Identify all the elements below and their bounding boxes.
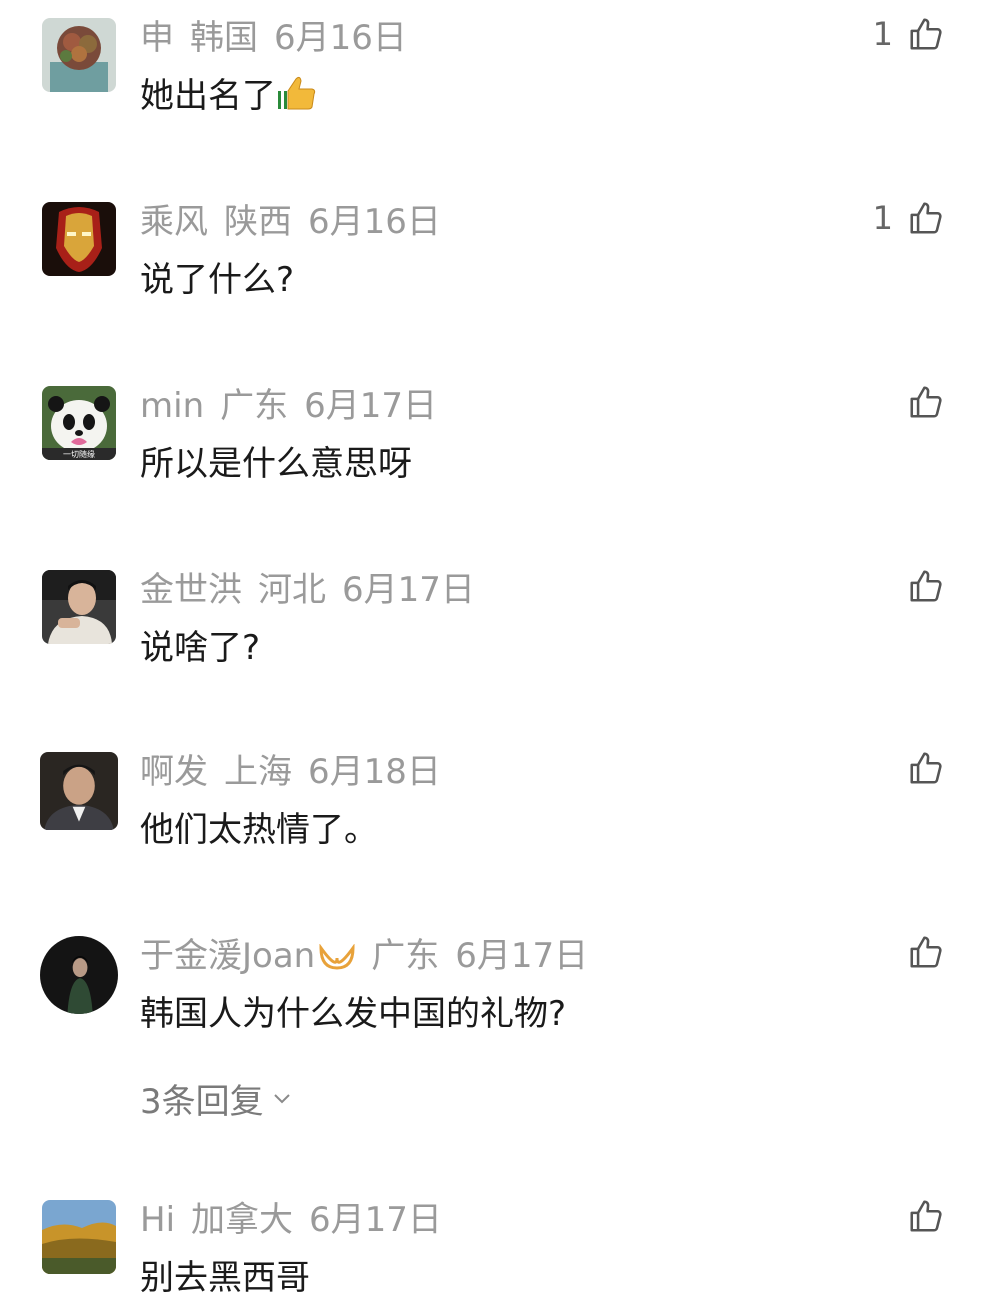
comment-text: 韩国人为什么发中国的礼物? — [140, 994, 567, 1034]
avatar[interactable] — [42, 18, 116, 92]
date: 6月17日 — [309, 1200, 442, 1240]
thumbs-up-icon — [910, 18, 942, 50]
comment-meta: 申韩国 6月16日 — [140, 16, 423, 60]
avatar[interactable] — [42, 202, 116, 276]
location: 广东 — [371, 936, 440, 976]
comment-item: 于金湲Joan 广东 6月17日 韩国人为什么发中国的礼物? 3条回复 — [0, 936, 987, 1186]
like-count: 1 — [872, 15, 893, 53]
comment-text: 所以是什么意思呀 — [140, 444, 412, 484]
replies-label: 3条回复 — [140, 1082, 264, 1122]
like-button[interactable]: 1 — [873, 12, 945, 56]
comment-item: 乘风 陕西 6月16日 说了什么? 1 — [0, 199, 987, 362]
like-button[interactable] — [893, 930, 945, 974]
vip-badge-icon — [319, 943, 355, 970]
comment-text-content: 她出名了 — [140, 76, 276, 116]
thumbs-up-icon — [910, 570, 942, 602]
location: 广东 — [220, 386, 289, 426]
comment-meta: 啊发 上海 6月18日 — [140, 750, 457, 794]
comment-item: 啊发 上海 6月18日 他们太热情了。 — [0, 752, 987, 912]
username[interactable]: 啊发 — [140, 752, 208, 792]
chevron-down-icon — [273, 1093, 290, 1103]
date: 6月17日 — [342, 570, 475, 610]
comment-meta: 于金湲Joan 广东 6月17日 — [140, 934, 604, 978]
location: 河北 — [258, 570, 326, 610]
username[interactable]: min — [140, 386, 204, 426]
username[interactable]: 金世洪 — [140, 570, 242, 610]
location: 上海 — [224, 752, 292, 792]
thumbs-up-icon — [910, 202, 942, 234]
like-button[interactable] — [893, 380, 945, 424]
avatar[interactable] — [40, 936, 118, 1014]
view-replies-button[interactable]: 3条回复 — [140, 1074, 294, 1123]
avatar[interactable] — [42, 570, 116, 644]
date: 6月17日 — [455, 936, 589, 976]
date: 6月16日 — [274, 18, 407, 58]
thumbs-up-icon — [910, 936, 942, 968]
comment-text: 她出名了 — [140, 74, 316, 118]
comment-item: 一切随缘 min 广东 6月17日 所以是什么意思呀 — [0, 386, 987, 546]
comment-meta: 乘风 陕西 6月16日 — [140, 200, 457, 244]
comment-meta: 金世洪 河北 6月17日 — [140, 568, 491, 612]
woman-dark-avatar-icon — [40, 936, 118, 1014]
like-button[interactable] — [893, 564, 945, 608]
comment-item: 申韩国 6月16日 她出名了 1 — [0, 15, 987, 178]
avatar[interactable] — [40, 752, 118, 830]
like-button[interactable] — [893, 746, 945, 790]
comment-text: 说了什么? — [140, 260, 295, 300]
comment-text: 说啥了? — [140, 628, 261, 668]
iron-man-avatar-icon — [42, 202, 116, 276]
thumbs-up-emoji-icon — [278, 76, 316, 110]
username[interactable]: 乘风 — [140, 202, 208, 242]
succulent-plant-avatar-icon — [42, 18, 116, 92]
username[interactable]: 于金湲Joan — [140, 936, 315, 976]
username[interactable]: Hi — [140, 1200, 175, 1240]
thumbs-up-icon — [910, 1200, 942, 1232]
date: 6月16日 — [308, 202, 441, 242]
thumbs-up-icon — [910, 752, 942, 784]
like-button[interactable] — [893, 1194, 945, 1238]
avatar[interactable] — [42, 1200, 116, 1274]
avatar-caption: 一切随缘 — [63, 449, 95, 459]
comment-item: 金世洪 河北 6月17日 说啥了? — [0, 570, 987, 730]
like-button[interactable]: 1 — [873, 196, 945, 240]
location: 加拿大 — [191, 1200, 294, 1240]
comment-meta: Hi 加拿大 6月17日 — [140, 1198, 458, 1242]
comment-text: 他们太热情了。 — [140, 810, 378, 850]
location: 陕西 — [224, 202, 292, 242]
comment-item: Hi 加拿大 6月17日 别去黑西哥 — [0, 1198, 987, 1298]
panda-avatar-icon: 一切随缘 — [42, 386, 116, 460]
like-count: 1 — [872, 199, 893, 237]
thumbs-up-icon — [910, 386, 942, 418]
date: 6月18日 — [308, 752, 441, 792]
date: 6月17日 — [304, 386, 438, 426]
avatar[interactable]: 一切随缘 — [42, 386, 116, 460]
man-portrait-avatar-icon — [42, 570, 116, 644]
comment-text: 别去黑西哥 — [140, 1258, 310, 1298]
autumn-landscape-avatar-icon — [42, 1200, 116, 1274]
username[interactable]: 申 — [140, 18, 174, 58]
comment-meta: min 广东 6月17日 — [140, 384, 453, 428]
location: 韩国 — [190, 18, 258, 58]
man-suit-avatar-icon — [40, 752, 118, 830]
